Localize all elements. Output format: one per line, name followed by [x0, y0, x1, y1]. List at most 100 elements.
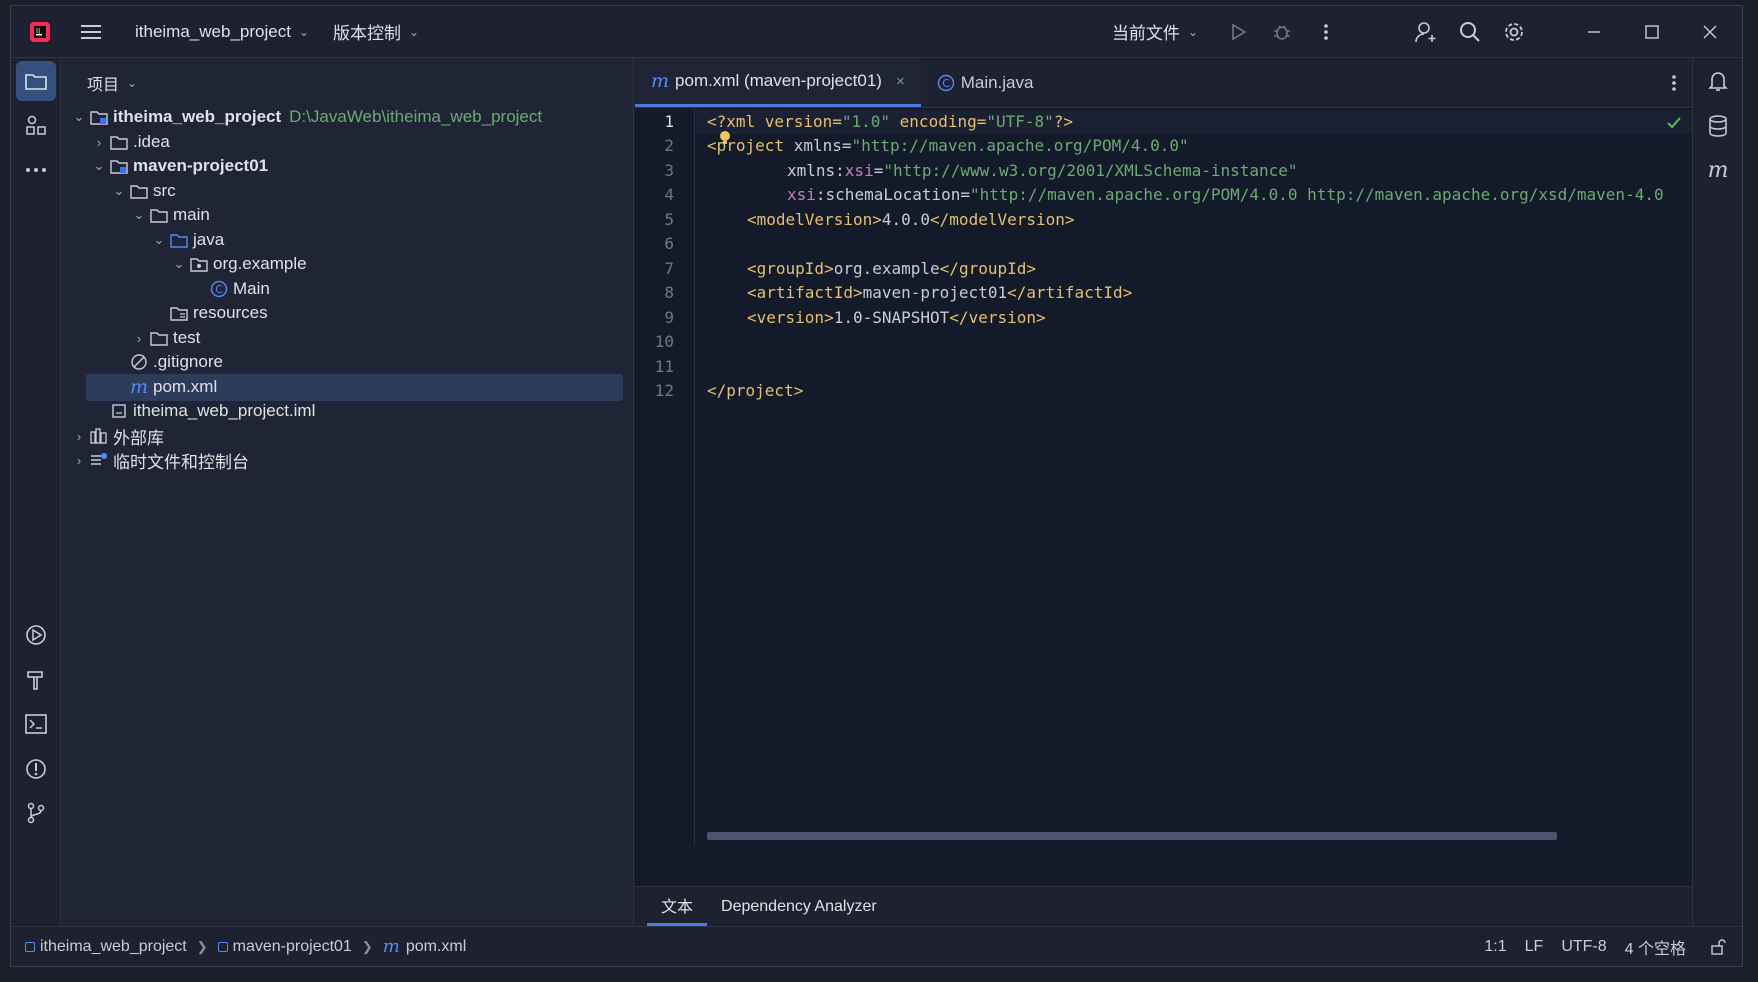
- line-separator[interactable]: LF: [1525, 938, 1544, 956]
- tree-item-external-libs[interactable]: › 外部库: [70, 423, 164, 449]
- build-hammer-icon[interactable]: [16, 660, 56, 700]
- tree-item-label: itheima_web_project: [113, 107, 282, 126]
- breadcrumb-item[interactable]: maven-project01: [233, 938, 352, 956]
- module-folder-icon: [88, 107, 110, 127]
- svg-text:C: C: [942, 77, 950, 90]
- indent-setting[interactable]: 4 个空格: [1625, 935, 1686, 959]
- line-number: 9: [664, 308, 674, 327]
- maximize-icon[interactable]: [1632, 12, 1672, 52]
- terminal-icon[interactable]: [16, 704, 56, 744]
- project-panel-header[interactable]: 项目 ⌄: [62, 58, 633, 108]
- code-token: <artifactId>: [747, 283, 863, 302]
- chevron-down-icon[interactable]: ⌄: [150, 232, 168, 248]
- code-token: "http://maven.apache.org/POM/4.0.0": [851, 136, 1189, 155]
- more-tools-icon[interactable]: [16, 150, 56, 190]
- tab-main-java[interactable]: C Main.java: [921, 58, 1050, 107]
- code-token: "http://maven.apache.org/POM/4.0.0 http:…: [970, 185, 1664, 204]
- project-selector-label: itheima_web_project: [135, 21, 291, 41]
- tree-item-package[interactable]: ⌄ org.example: [170, 251, 307, 277]
- code-token: 4.0.0: [881, 210, 931, 229]
- git-branch-icon[interactable]: [16, 793, 56, 833]
- chevron-right-icon[interactable]: ›: [70, 429, 88, 444]
- project-selector[interactable]: itheima_web_project ⌄: [135, 22, 309, 42]
- tree-item-main-class[interactable]: C Main: [208, 276, 270, 302]
- tree-item-java[interactable]: ⌄ java: [150, 227, 225, 253]
- vcs-menu[interactable]: 版本控制 ⌄: [333, 19, 419, 44]
- library-icon: [88, 426, 110, 446]
- code-token: ?>: [1053, 112, 1074, 131]
- tree-item-test[interactable]: › test: [130, 325, 201, 351]
- chevron-right-icon[interactable]: ›: [90, 135, 108, 150]
- code-token: xsi: [844, 161, 874, 180]
- chevron-down-icon[interactable]: ⌄: [170, 256, 188, 272]
- tab-dependency-analyzer[interactable]: Dependency Analyzer: [707, 887, 891, 926]
- tree-item-module[interactable]: ⌄ maven-project01: [90, 153, 269, 179]
- chevron-down-icon[interactable]: ⌄: [90, 158, 108, 174]
- code-editor[interactable]: 1 2 3 4 5 6 7 8 9 10 11 12 <?xml version…: [635, 108, 1693, 846]
- database-icon[interactable]: [1698, 106, 1738, 146]
- code-line-12: </project>: [707, 381, 803, 400]
- tree-item-iml[interactable]: itheima_web_project.iml: [108, 398, 315, 424]
- tree-item-label: org.example: [213, 254, 307, 273]
- intention-bulb-icon[interactable]: [719, 130, 731, 150]
- code-token: <groupId>: [747, 259, 834, 278]
- gear-icon[interactable]: [1494, 12, 1534, 52]
- breadcrumb-item[interactable]: pom.xml: [406, 938, 466, 956]
- code-token: </version>: [949, 308, 1046, 327]
- tab-text[interactable]: 文本: [647, 887, 708, 926]
- tree-item-main[interactable]: ⌄ main: [130, 202, 210, 228]
- add-user-icon[interactable]: [1406, 12, 1446, 52]
- search-icon[interactable]: [1450, 12, 1490, 52]
- services-run-icon[interactable]: [16, 615, 56, 655]
- breadcrumb-item[interactable]: itheima_web_project: [40, 938, 187, 956]
- chevron-right-icon: ❯: [196, 938, 208, 954]
- project-folder-icon[interactable]: [16, 61, 56, 101]
- tab-close-icon[interactable]: ×: [896, 73, 905, 90]
- right-tool-strip: m: [1692, 58, 1742, 926]
- tree-item-label: src: [153, 181, 176, 200]
- more-vertical-icon[interactable]: [1306, 12, 1346, 52]
- tab-pom-xml[interactable]: m pom.xml (maven-project01) ×: [635, 58, 921, 107]
- bell-icon[interactable]: [1698, 61, 1738, 101]
- run-config-selector[interactable]: 当前文件 ⌄: [1112, 19, 1198, 44]
- code-token: maven-project01: [862, 283, 1008, 302]
- chevron-right-icon[interactable]: ›: [70, 453, 88, 468]
- main-menu-icon[interactable]: [71, 12, 111, 52]
- tree-item-root[interactable]: ⌄ itheima_web_project D:\JavaWeb\itheima…: [70, 104, 543, 130]
- app-logo-icon[interactable]: IJ: [17, 9, 63, 55]
- tree-item-label: .gitignore: [153, 352, 223, 371]
- inspection-ok-icon[interactable]: [1667, 114, 1681, 133]
- more-vertical-icon[interactable]: [1655, 58, 1693, 107]
- chevron-right-icon[interactable]: ›: [130, 331, 148, 346]
- file-encoding[interactable]: UTF-8: [1561, 938, 1606, 956]
- java-class-icon: C: [208, 279, 230, 299]
- tree-item-idea[interactable]: › .idea: [90, 129, 170, 155]
- problems-icon[interactable]: [16, 749, 56, 789]
- code-line-3: xmlns:xsi="http://www.w3.org/2001/XMLSch…: [787, 161, 1298, 180]
- chevron-down-icon[interactable]: ⌄: [70, 109, 88, 125]
- package-icon: [188, 254, 210, 274]
- line-number: 4: [664, 185, 674, 204]
- tree-item-gitignore[interactable]: .gitignore: [128, 349, 223, 375]
- code-token: </modelVersion>: [930, 210, 1075, 229]
- folder-icon: [128, 181, 150, 201]
- structure-icon[interactable]: [16, 106, 56, 146]
- horizontal-scrollbar[interactable]: [707, 832, 1557, 840]
- tree-item-src[interactable]: ⌄ src: [110, 178, 176, 204]
- code-token: encoding=: [890, 112, 987, 131]
- chevron-down-icon[interactable]: ⌄: [130, 207, 148, 223]
- tree-item-resources[interactable]: resources: [168, 300, 268, 326]
- tree-item-label: 临时文件和控制台: [113, 452, 249, 472]
- run-icon[interactable]: [1218, 12, 1258, 52]
- tree-item-pom[interactable]: m pom.xml: [128, 374, 217, 400]
- minimize-icon[interactable]: [1574, 12, 1614, 52]
- chevron-down-icon[interactable]: ⌄: [110, 183, 128, 199]
- close-icon[interactable]: [1690, 12, 1730, 52]
- caret-position[interactable]: 1:1: [1484, 938, 1506, 956]
- vcs-menu-label: 版本控制: [332, 24, 401, 43]
- debug-icon[interactable]: [1262, 12, 1302, 52]
- code-token: :schemaLocation=: [815, 185, 971, 204]
- unlock-icon[interactable]: [1710, 938, 1726, 955]
- tree-item-scratches[interactable]: › 临时文件和控制台: [70, 447, 249, 473]
- maven-tool-icon[interactable]: m: [1698, 150, 1738, 190]
